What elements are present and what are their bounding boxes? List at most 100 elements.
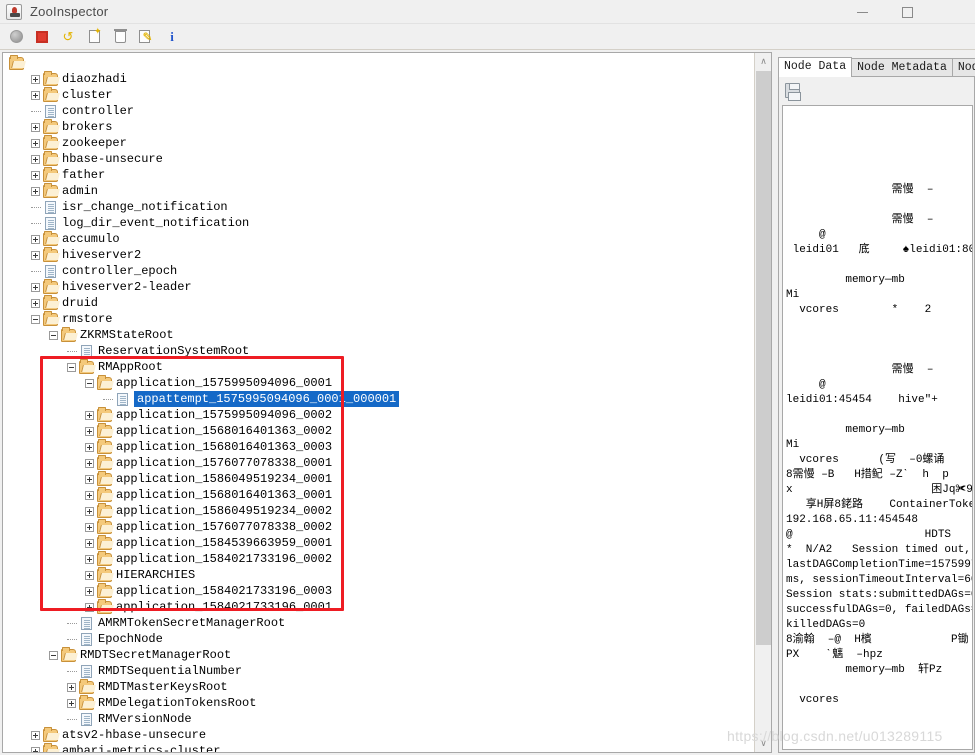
connect-button[interactable] xyxy=(4,26,28,48)
tree-node[interactable]: application_1584539663959_0001 xyxy=(3,534,755,551)
expand-plus-icon[interactable] xyxy=(31,90,40,100)
maximize-button[interactable] xyxy=(885,0,930,24)
expand-plus-icon[interactable] xyxy=(31,138,40,148)
collapse-minus-icon[interactable] xyxy=(67,362,76,372)
tab-node-acls[interactable]: Node ACLs xyxy=(951,58,975,77)
expand-plus-icon[interactable] xyxy=(67,698,76,708)
expand-plus-icon[interactable] xyxy=(31,122,40,132)
tree-node[interactable]: appattempt_1575995094096_0001_000001 xyxy=(3,391,755,407)
tree-node[interactable]: RMDTSequentialNumber xyxy=(3,663,755,679)
expand-plus-icon[interactable] xyxy=(31,746,40,752)
about-button[interactable]: i xyxy=(160,26,184,48)
expand-plus-icon[interactable] xyxy=(85,458,94,468)
node-data-line: Session stats:submittedDAGs=0, xyxy=(786,589,973,601)
tree-node[interactable]: rmstore xyxy=(3,310,755,327)
expand-plus-icon[interactable] xyxy=(85,410,94,420)
tree-node[interactable]: controller xyxy=(3,103,755,119)
expand-plus-icon[interactable] xyxy=(31,186,40,196)
expand-plus-icon[interactable] xyxy=(31,170,40,180)
expand-plus-icon[interactable] xyxy=(85,522,94,532)
tree-node[interactable]: application_1575995094096_0002 xyxy=(3,406,755,423)
tree-node[interactable]: ambari-metrics-cluster xyxy=(3,742,755,752)
tree-node[interactable]: application_1576077078338_0001 xyxy=(3,454,755,471)
scroll-up-arrow-icon[interactable]: ∧ xyxy=(755,53,771,70)
tree-node[interactable]: log_dir_event_notification xyxy=(3,215,755,231)
tree-node[interactable]: EpochNode xyxy=(3,631,755,647)
tree-node[interactable]: application_1568016401363_0003 xyxy=(3,438,755,455)
tree-vertical-scrollbar[interactable]: ∧ ∨ xyxy=(754,53,771,752)
refresh-button[interactable]: ↺ xyxy=(56,26,80,48)
tree-node[interactable]: isr_change_notification xyxy=(3,199,755,215)
tree-node[interactable]: hiveserver2-leader xyxy=(3,278,755,295)
tree-node[interactable]: RMDTMasterKeysRoot xyxy=(3,678,755,695)
expand-plus-icon[interactable] xyxy=(31,298,40,308)
tree-node[interactable]: accumulo xyxy=(3,230,755,247)
collapse-minus-icon[interactable] xyxy=(49,330,58,340)
expand-plus-icon[interactable] xyxy=(31,234,40,244)
tree-node[interactable]: brokers xyxy=(3,118,755,135)
expand-plus-icon[interactable] xyxy=(31,282,40,292)
tree-node[interactable]: application_1584021733196_0003 xyxy=(3,582,755,599)
expand-plus-icon[interactable] xyxy=(31,74,40,84)
tree-root-node[interactable] xyxy=(3,54,755,71)
tree-node[interactable]: zookeeper xyxy=(3,134,755,151)
tree-node[interactable]: diaozhadi xyxy=(3,70,755,87)
tree-node[interactable]: application_1584021733196_0001 xyxy=(3,598,755,615)
minimize-button[interactable] xyxy=(840,0,885,24)
expand-plus-icon[interactable] xyxy=(85,506,94,516)
tree-node[interactable]: RMDelegationTokensRoot xyxy=(3,694,755,711)
tree-node[interactable]: ReservationSystemRoot xyxy=(3,343,755,359)
delete-node-button[interactable] xyxy=(108,26,132,48)
edit-node-button[interactable] xyxy=(134,26,158,48)
tree-node[interactable]: druid xyxy=(3,294,755,311)
expand-plus-icon[interactable] xyxy=(85,570,94,580)
collapse-minus-icon[interactable] xyxy=(31,314,40,324)
tree-connector xyxy=(103,398,113,400)
floppy-save-icon[interactable] xyxy=(785,83,801,101)
tree-node[interactable]: ZKRMStateRoot xyxy=(3,326,755,343)
tree-node[interactable]: application_1584021733196_0002 xyxy=(3,550,755,567)
tree-node[interactable]: father xyxy=(3,166,755,183)
tree-node[interactable]: cluster xyxy=(3,86,755,103)
expand-plus-icon[interactable] xyxy=(31,154,40,164)
tree-node[interactable]: application_1568016401363_0001 xyxy=(3,486,755,503)
tree-node[interactable]: HIERARCHIES xyxy=(3,566,755,583)
scroll-down-arrow-icon[interactable]: ∨ xyxy=(755,735,771,752)
tree-node[interactable]: hbase-unsecure xyxy=(3,150,755,167)
tab-node-metadata[interactable]: Node Metadata xyxy=(851,58,953,77)
expand-plus-icon[interactable] xyxy=(85,586,94,596)
add-node-button[interactable] xyxy=(82,26,106,48)
tree-node[interactable]: hiveserver2 xyxy=(3,246,755,263)
collapse-minus-icon[interactable] xyxy=(49,650,58,660)
tree-node[interactable]: RMAppRoot xyxy=(3,358,755,375)
tree-node[interactable]: atsv2-hbase-unsecure xyxy=(3,726,755,743)
node-detail-tabs[interactable]: Node DataNode MetadataNode ACLs xyxy=(778,57,975,77)
tree-node[interactable]: application_1586049519234_0001 xyxy=(3,470,755,487)
expand-plus-icon[interactable] xyxy=(31,730,40,740)
tree-node[interactable]: application_1568016401363_0002 xyxy=(3,422,755,439)
tree-node[interactable]: admin xyxy=(3,182,755,199)
expand-plus-icon[interactable] xyxy=(85,554,94,564)
tree-node[interactable]: controller_epoch xyxy=(3,263,755,279)
disconnect-button[interactable] xyxy=(30,26,54,48)
expand-plus-icon[interactable] xyxy=(67,682,76,692)
close-button[interactable] xyxy=(930,0,975,24)
collapse-minus-icon[interactable] xyxy=(85,378,94,388)
scrollbar-thumb[interactable] xyxy=(756,71,771,645)
expand-plus-icon[interactable] xyxy=(31,250,40,260)
node-data-textarea[interactable]: 需慢 – 需慢 – 寺 @ leidi01 底 ♠leidi01:8042” m… xyxy=(782,105,973,750)
expand-plus-icon[interactable] xyxy=(85,426,94,436)
expand-plus-icon[interactable] xyxy=(85,602,94,612)
tree-node[interactable]: RMDTSecretManagerRoot xyxy=(3,646,755,663)
tree-node[interactable]: AMRMTokenSecretManagerRoot xyxy=(3,615,755,631)
tree-node[interactable]: RMVersionNode xyxy=(3,711,755,727)
tree-node[interactable]: application_1575995094096_0001 xyxy=(3,374,755,391)
tree-node[interactable]: application_1576077078338_0002 xyxy=(3,518,755,535)
expand-plus-icon[interactable] xyxy=(85,538,94,548)
expand-plus-icon[interactable] xyxy=(85,490,94,500)
tab-node-data[interactable]: Node Data xyxy=(778,57,853,77)
tree-node[interactable]: application_1586049519234_0002 xyxy=(3,502,755,519)
expand-plus-icon[interactable] xyxy=(85,474,94,484)
expand-plus-icon[interactable] xyxy=(85,442,94,452)
znode-tree[interactable]: diaozhadi cluster controller brokers zookeep… xyxy=(3,53,755,752)
